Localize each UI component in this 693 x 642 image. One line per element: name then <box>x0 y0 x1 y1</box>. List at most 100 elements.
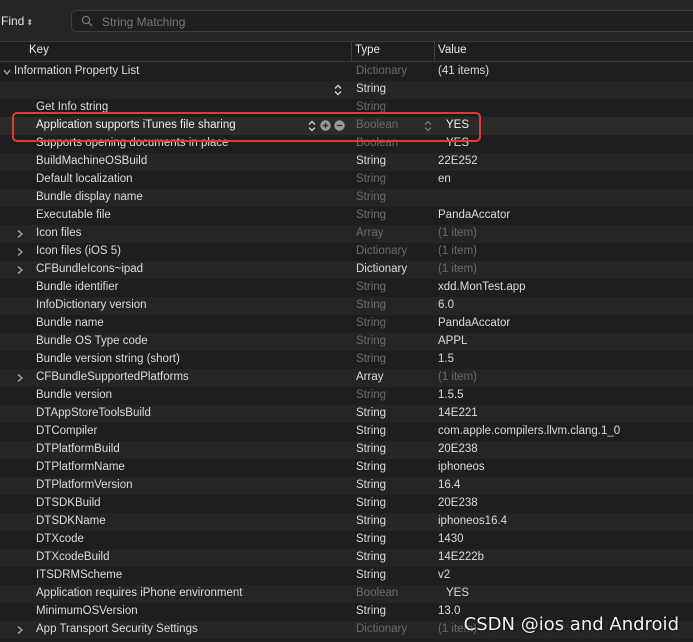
plist-row[interactable]: Bundle display name String <box>0 189 693 207</box>
plist-row[interactable]: DTSDKName String iphoneos16.4 <box>0 513 693 531</box>
row-key[interactable]: Application requires iPhone environment <box>36 587 336 599</box>
row-type[interactable]: Array <box>356 371 434 383</box>
row-key[interactable]: DTSDKBuild <box>36 497 336 509</box>
row-value[interactable]: xdd.MonTest.app <box>438 281 688 293</box>
row-type[interactable]: Array <box>356 227 434 239</box>
row-key[interactable]: Bundle identifier <box>36 281 336 293</box>
row-value[interactable]: YES <box>446 137 693 149</box>
row-type[interactable]: String <box>356 551 434 563</box>
row-type[interactable]: String <box>356 317 434 329</box>
row-key[interactable]: DTXcode <box>36 533 336 545</box>
disclosure-open-icon[interactable] <box>2 66 12 78</box>
disclosure-closed-icon[interactable] <box>15 264 25 276</box>
row-type[interactable]: String <box>356 533 434 545</box>
row-value[interactable]: 1.5.5 <box>438 389 688 401</box>
row-type[interactable]: String <box>356 299 434 311</box>
row-value[interactable]: (1 item) <box>438 371 688 383</box>
row-type[interactable]: String <box>356 479 434 491</box>
row-key[interactable]: DTPlatformBuild <box>36 443 336 455</box>
column-divider[interactable] <box>434 41 435 61</box>
plist-row[interactable]: Executable file String PandaAccator <box>0 207 693 225</box>
row-type[interactable]: String <box>356 569 434 581</box>
row-type[interactable]: String <box>356 209 434 221</box>
row-type[interactable]: Boolean <box>356 119 434 131</box>
plist-row[interactable]: BuildMachineOSBuild String 22E252 <box>0 153 693 171</box>
row-value[interactable]: 20E238 <box>438 497 688 509</box>
row-key[interactable]: Default localization <box>36 173 336 185</box>
row-type[interactable]: String <box>356 191 434 203</box>
plist-row[interactable]: CFBundleSupportedPlatforms Array (1 item) <box>0 369 693 387</box>
row-key[interactable]: BuildMachineOSBuild <box>36 155 336 167</box>
row-value[interactable]: YES <box>446 119 693 131</box>
row-value[interactable]: iphoneos <box>438 461 688 473</box>
row-value[interactable]: iphoneos16.4 <box>438 515 688 527</box>
disclosure-closed-icon[interactable] <box>15 624 25 636</box>
plist-row[interactable]: Icon files (iOS 5) Dictionary (1 item) <box>0 243 693 261</box>
plist-row[interactable]: InfoDictionary version String 6.0 <box>0 297 693 315</box>
row-key[interactable]: Bundle display name <box>36 191 336 203</box>
plist-row[interactable]: String <box>0 81 693 99</box>
disclosure-closed-icon[interactable] <box>15 228 25 240</box>
row-value[interactable]: 1.5 <box>438 353 688 365</box>
plist-row[interactable]: Application supports iTunes file sharing… <box>0 117 693 135</box>
row-key[interactable]: Bundle version string (short) <box>36 353 336 365</box>
row-value[interactable]: v2 <box>438 569 688 581</box>
plist-row[interactable]: Bundle name String PandaAccator <box>0 315 693 333</box>
plist-row[interactable]: Bundle version String 1.5.5 <box>0 387 693 405</box>
row-key[interactable]: DTCompiler <box>36 425 336 437</box>
row-key[interactable]: Bundle name <box>36 317 336 329</box>
row-value[interactable]: PandaAccator <box>438 209 688 221</box>
plist-row[interactable]: ITSDRMScheme String v2 <box>0 567 693 585</box>
row-key[interactable]: Executable file <box>36 209 336 221</box>
plist-row[interactable]: Bundle version string (short) String 1.5 <box>0 351 693 369</box>
row-type[interactable]: String <box>356 335 434 347</box>
plist-row[interactable]: DTXcode String 1430 <box>0 531 693 549</box>
row-type[interactable]: String <box>356 83 434 95</box>
row-key[interactable]: CFBundleIcons~ipad <box>36 263 336 275</box>
row-value[interactable]: (41 items) <box>438 65 688 77</box>
disclosure-closed-icon[interactable] <box>15 372 25 384</box>
disclosure-closed-icon[interactable] <box>15 246 25 258</box>
row-type[interactable]: Dictionary <box>356 65 434 77</box>
row-type[interactable]: String <box>356 353 434 365</box>
row-value[interactable]: (1 item) <box>438 227 688 239</box>
plist-row[interactable]: Get Info string String <box>0 99 693 117</box>
row-key[interactable]: CFBundleSupportedPlatforms <box>36 371 336 383</box>
row-key[interactable]: DTAppStoreToolsBuild <box>36 407 336 419</box>
plist-row[interactable]: Supports opening documents in place Boole… <box>0 135 693 153</box>
row-type[interactable]: String <box>356 281 434 293</box>
plist-row[interactable]: DTCompiler String com.apple.compilers.llvm… <box>0 423 693 441</box>
row-type[interactable]: Dictionary <box>356 623 434 635</box>
row-value[interactable]: (1 item) <box>438 245 688 257</box>
row-key[interactable]: DTPlatformName <box>36 461 336 473</box>
row-type[interactable]: String <box>356 101 434 113</box>
row-key[interactable]: Bundle version <box>36 389 336 401</box>
plist-row[interactable]: Bundle OS Type code String APPL <box>0 333 693 351</box>
row-value[interactable]: 14E221 <box>438 407 688 419</box>
row-key[interactable]: Icon files <box>36 227 336 239</box>
row-value[interactable]: (1 item) <box>438 263 688 275</box>
row-type[interactable]: String <box>356 605 434 617</box>
search-field[interactable] <box>71 10 693 32</box>
column-header-type[interactable]: Type <box>355 44 380 56</box>
row-type[interactable]: String <box>356 155 434 167</box>
plist-row[interactable]: DTSDKBuild String 20E238 <box>0 495 693 513</box>
plist-row[interactable]: Bundle identifier String xdd.MonTest.app <box>0 279 693 297</box>
row-type[interactable]: Dictionary <box>356 245 434 257</box>
row-type[interactable]: String <box>356 497 434 509</box>
row-key[interactable]: DTSDKName <box>36 515 336 527</box>
plus-circle-icon[interactable] <box>320 120 331 131</box>
row-key[interactable]: MinimumOSVersion <box>36 605 336 617</box>
row-value[interactable]: 16.4 <box>438 479 688 491</box>
row-key[interactable]: DTXcodeBuild <box>36 551 336 563</box>
row-type[interactable]: String <box>356 461 434 473</box>
row-key[interactable]: InfoDictionary version <box>36 299 336 311</box>
column-header-value[interactable]: Value <box>438 44 467 56</box>
row-key[interactable]: App Transport Security Settings <box>36 623 336 635</box>
plist-row[interactable]: Icon files Array (1 item) <box>0 225 693 243</box>
row-key[interactable]: Information Property List <box>14 65 314 77</box>
minus-circle-icon[interactable] <box>334 120 345 131</box>
row-type[interactable]: String <box>356 515 434 527</box>
row-type[interactable]: Dictionary <box>356 263 434 275</box>
row-key[interactable]: Supports opening documents in place <box>36 137 336 149</box>
